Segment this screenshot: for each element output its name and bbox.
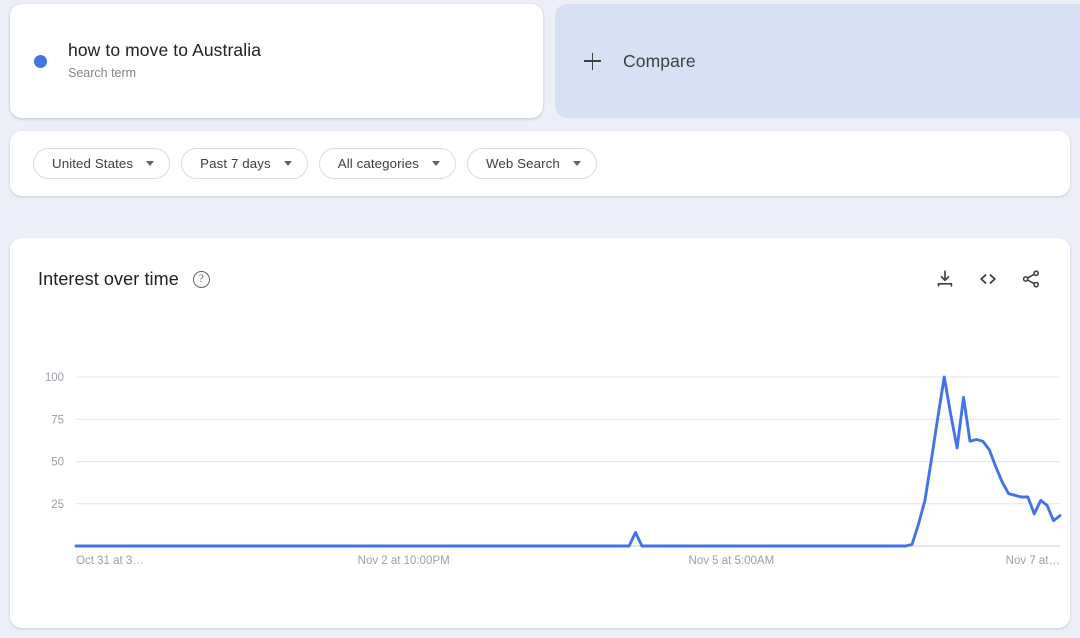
line-chart-svg: 100 75 50 25 Oct 31 at 3… Nov 2 at 10:00PM Nov…: [45, 372, 1062, 567]
filter-bar: United States Past 7 days All categories…: [10, 131, 1070, 196]
download-icon[interactable]: [934, 268, 956, 290]
embed-code-icon[interactable]: [977, 268, 999, 290]
compare-button[interactable]: Compare: [555, 4, 1080, 118]
filter-category-label: All categories: [337, 156, 419, 171]
x-axis-tick-label: Oct 31 at 3…: [76, 555, 144, 567]
chevron-down-icon: [283, 161, 292, 166]
interest-over-time-card: Interest over time ? 100 75 50 25 Oct 31…: [10, 238, 1070, 628]
x-axis-tick-label: Nov 5 at 5:00AM: [689, 555, 775, 567]
page-title: Interest over time: [38, 268, 179, 289]
chevron-down-icon: [572, 161, 581, 166]
x-axis-tick-label: Nov 7 at…: [1006, 555, 1060, 567]
filter-searchtype-dropdown[interactable]: Web Search: [466, 148, 597, 179]
search-term-text: how to move to Australia Search term: [68, 39, 261, 83]
chart-header: Interest over time ?: [10, 238, 1070, 320]
series-color-dot: [34, 54, 47, 68]
google-trends-page: how to move to Australia Search term Com…: [0, 0, 1080, 638]
y-axis-tick-label: 25: [51, 499, 64, 511]
chevron-down-icon: [146, 161, 155, 166]
filter-timerange-dropdown[interactable]: Past 7 days: [181, 148, 308, 179]
filter-category-dropdown[interactable]: All categories: [318, 148, 456, 179]
y-axis-tick-label: 50: [51, 457, 64, 469]
filter-timerange-label: Past 7 days: [200, 156, 271, 171]
compare-label: Compare: [623, 50, 696, 71]
y-axis-tick-label: 75: [51, 414, 64, 426]
interest-over-time-plot[interactable]: 100 75 50 25 Oct 31 at 3… Nov 2 at 10:00PM Nov…: [10, 320, 1070, 628]
chevron-down-icon: [431, 161, 440, 166]
share-icon[interactable]: [1020, 268, 1042, 290]
filter-location-dropdown[interactable]: United States: [33, 148, 171, 179]
y-axis-tick-label: 100: [45, 372, 64, 384]
search-term-title: how to move to Australia: [68, 40, 262, 60]
filter-location-label: United States: [52, 156, 134, 171]
chart-actions: [934, 268, 1042, 290]
help-circle-icon[interactable]: ?: [192, 270, 210, 288]
search-term-type: Search term: [68, 66, 137, 80]
filter-searchtype-label: Web Search: [485, 156, 560, 171]
search-term-row: how to move to Australia Search term Com…: [0, 0, 1080, 122]
plus-icon: [584, 52, 601, 70]
x-axis-tick-label: Nov 2 at 10:00PM: [358, 555, 450, 567]
search-term-card[interactable]: how to move to Australia Search term: [10, 4, 543, 118]
